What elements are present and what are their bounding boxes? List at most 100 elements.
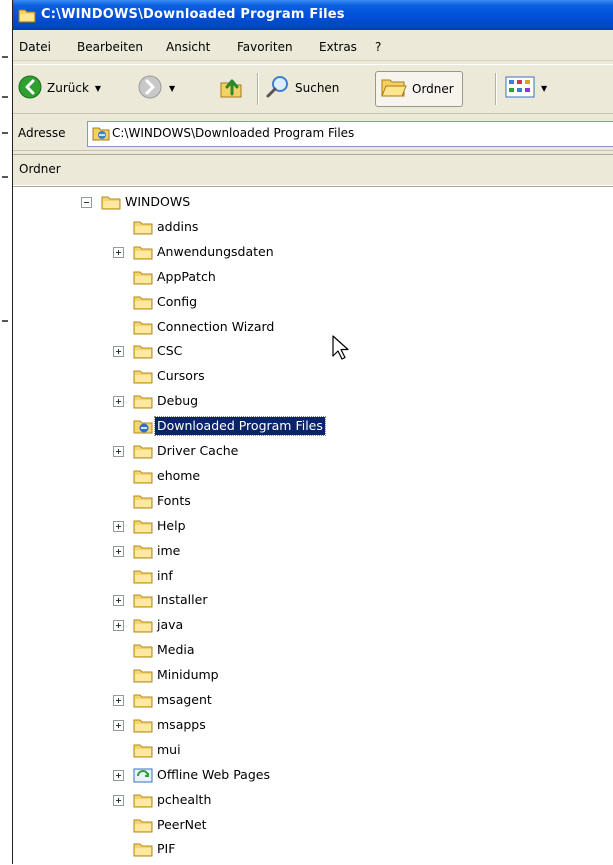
up-folder-button[interactable] xyxy=(219,71,245,105)
tree-item[interactable]: Cursors xyxy=(13,366,573,386)
tree-item-label: Debug xyxy=(157,393,199,408)
views-button[interactable]: ▼ xyxy=(505,71,547,105)
expand-icon[interactable] xyxy=(113,446,124,457)
expand-icon[interactable] xyxy=(113,521,124,532)
tree-item-label: PeerNet xyxy=(157,817,207,832)
chevron-down-icon[interactable]: ▼ xyxy=(95,84,101,93)
expand-icon[interactable] xyxy=(113,595,124,606)
folder-icon xyxy=(133,543,153,559)
tree-item[interactable]: msapps xyxy=(13,715,573,735)
tree-item-label: inf xyxy=(157,568,173,583)
folder-icon xyxy=(133,319,153,335)
address-input[interactable]: C:\WINDOWS\Downloaded Program Files xyxy=(87,121,613,147)
expand-icon[interactable] xyxy=(113,346,124,357)
search-label: Suchen xyxy=(295,81,340,95)
expand-icon[interactable] xyxy=(113,720,124,731)
tree-item-label: java xyxy=(157,617,184,632)
expand-icon[interactable] xyxy=(113,546,124,557)
tree-item-label: PIF xyxy=(157,841,176,856)
tree-item[interactable]: CSC xyxy=(13,341,573,361)
tree-item[interactable]: ime xyxy=(13,541,573,561)
tree-item[interactable]: WINDOWS xyxy=(13,192,573,212)
menu-favoriten[interactable]: Favoriten xyxy=(237,40,293,54)
expand-icon[interactable] xyxy=(113,247,124,258)
address-value: C:\WINDOWS\Downloaded Program Files xyxy=(112,126,355,140)
tree-item[interactable]: Help xyxy=(13,516,573,536)
tree-item[interactable]: ehome xyxy=(13,466,573,486)
tree-item-label: Fonts xyxy=(157,493,191,508)
tree-item-label: Installer xyxy=(157,592,208,607)
folder-icon xyxy=(133,617,153,633)
menu-help[interactable]: ? xyxy=(375,40,381,54)
folder-icon xyxy=(18,7,36,26)
tree-item[interactable]: Fonts xyxy=(13,491,573,511)
tree-item-label: Anwendungsdaten xyxy=(157,244,274,259)
menu-extras[interactable]: Extras xyxy=(319,40,357,54)
tree-item-label: ehome xyxy=(157,468,201,483)
tree-item[interactable]: Media xyxy=(13,640,573,660)
folder-icon xyxy=(133,592,153,608)
tree-item[interactable]: mui xyxy=(13,740,573,760)
search-button[interactable]: Suchen xyxy=(265,71,339,105)
expand-icon[interactable] xyxy=(113,795,124,806)
tree-item-label: Cursors xyxy=(157,368,205,383)
tree-item-label: Config xyxy=(157,294,198,309)
tree-item-label: Offline Web Pages xyxy=(157,767,270,782)
tree-item[interactable]: Downloaded Program Files xyxy=(13,416,573,436)
tree-item[interactable]: addins xyxy=(13,217,573,237)
ie-folder-icon xyxy=(92,125,110,144)
back-arrow-icon xyxy=(17,74,43,103)
menu-bearbeiten[interactable]: Bearbeiten xyxy=(77,40,143,54)
chevron-down-icon[interactable]: ▼ xyxy=(169,84,175,93)
folder-icon xyxy=(133,642,153,658)
expand-icon[interactable] xyxy=(113,620,124,631)
folder-icon xyxy=(133,742,153,758)
tree-item[interactable]: AppPatch xyxy=(13,267,573,287)
tree-item[interactable]: java xyxy=(13,615,573,635)
tree-item-label: WINDOWS xyxy=(125,194,191,209)
mouse-pointer-icon xyxy=(332,335,349,360)
tree-item[interactable]: Offline Web Pages xyxy=(13,765,573,785)
toolbar-separator xyxy=(495,73,497,105)
forward-button[interactable]: ▼ xyxy=(137,71,175,105)
tree-item[interactable]: inf xyxy=(13,566,573,586)
chevron-down-icon[interactable]: ▼ xyxy=(541,84,547,93)
folder-icon xyxy=(133,568,153,584)
folders-pane-title: Ordner xyxy=(19,162,61,176)
tree-item[interactable]: Config xyxy=(13,292,573,312)
address-bar: Adresse C:\WINDOWS\Downloaded Program Fi… xyxy=(13,116,613,151)
tree-item[interactable]: msagent xyxy=(13,690,573,710)
address-label: Adresse xyxy=(18,126,66,140)
tree-item[interactable]: Anwendungsdaten xyxy=(13,242,573,262)
folder-icon xyxy=(133,792,153,808)
folders-pane-header: Ordner xyxy=(13,154,613,186)
tree-item-label: AppPatch xyxy=(157,269,216,284)
tree-item-label: pchealth xyxy=(157,792,212,807)
folder-icon xyxy=(133,518,153,534)
expand-icon[interactable] xyxy=(113,770,124,781)
menu-ansicht[interactable]: Ansicht xyxy=(166,40,210,54)
tree-item[interactable]: Installer xyxy=(13,590,573,610)
folder-icon xyxy=(133,468,153,484)
tree-item[interactable]: Driver Cache xyxy=(13,441,573,461)
folder-icon xyxy=(133,841,153,857)
tree-item-label: CSC xyxy=(157,343,183,358)
title-bar[interactable]: C:\WINDOWS\Downloaded Program Files xyxy=(13,0,613,30)
folder-icon xyxy=(101,194,121,210)
tree-item[interactable]: Debug xyxy=(13,391,573,411)
tree-item[interactable]: PIF xyxy=(13,839,573,859)
menu-datei[interactable]: Datei xyxy=(19,40,51,54)
folder-icon xyxy=(133,817,153,833)
folder-icon xyxy=(133,368,153,384)
back-button[interactable]: Zurück ▼ xyxy=(17,71,101,105)
window-title: C:\WINDOWS\Downloaded Program Files xyxy=(41,7,345,22)
collapse-icon[interactable] xyxy=(81,197,92,208)
folders-button[interactable]: Ordner xyxy=(375,71,463,107)
expand-icon[interactable] xyxy=(113,695,124,706)
tree-item[interactable]: PeerNet xyxy=(13,815,573,835)
tree-item[interactable]: Minidump xyxy=(13,665,573,685)
expand-icon[interactable] xyxy=(113,396,124,407)
tree-item[interactable]: pchealth xyxy=(13,790,573,810)
background-strip xyxy=(0,0,12,864)
tree-item[interactable]: Connection Wizard xyxy=(13,317,573,337)
